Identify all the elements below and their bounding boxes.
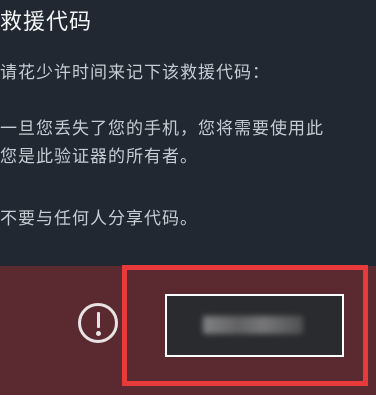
exclamation-circle-icon xyxy=(78,303,118,343)
explanation-text: 一旦您丢失了您的手机，您将需要使用此 您是此验证器的所有者。 xyxy=(0,115,376,171)
instruction-text: 请花少许时间来记下该救援代码： xyxy=(0,63,270,83)
icon-bar xyxy=(97,312,100,328)
icon-dot xyxy=(96,331,101,336)
dialog-title: 救援代码 xyxy=(0,10,93,35)
explanation-line-1: 一旦您丢失了您的手机，您将需要使用此 xyxy=(0,119,324,139)
rescue-code-dialog: 救援代码 请花少许时间来记下该救援代码： 一旦您丢失了您的手机，您将需要使用此 … xyxy=(0,0,376,395)
warning-text: 不要与任何人分享代码。 xyxy=(0,209,198,229)
explanation-line-2: 您是此验证器的所有者。 xyxy=(0,147,198,167)
highlight-frame xyxy=(122,265,368,386)
